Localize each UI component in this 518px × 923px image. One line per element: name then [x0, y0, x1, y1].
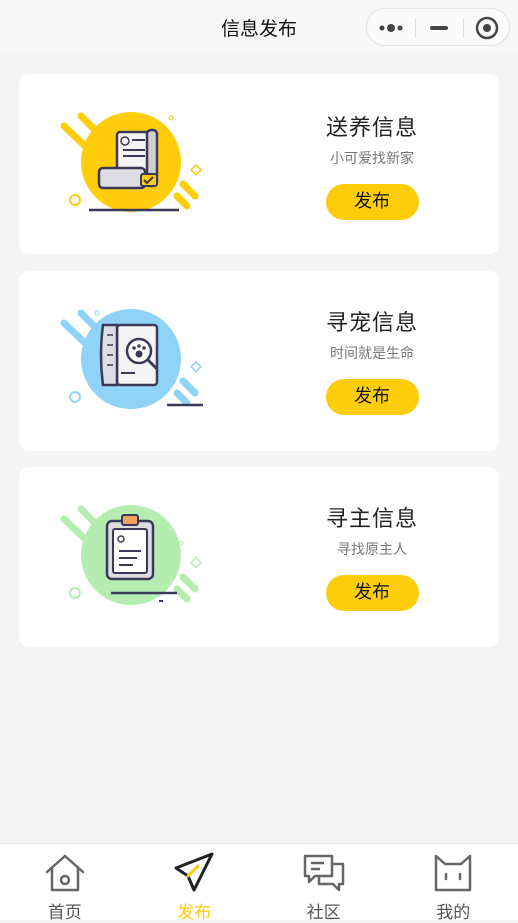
tab-label: 社区 — [259, 898, 389, 923]
card-text: 寻宠信息 时间就是生命 发布 — [277, 305, 467, 415]
publish-button[interactable]: 发布 — [326, 184, 419, 220]
card-title: 寻主信息 — [277, 501, 467, 533]
minimize-button[interactable] — [415, 9, 463, 47]
menu-capsule — [366, 8, 510, 46]
card-subtitle: 时间就是生命 — [277, 343, 467, 363]
card-title: 送养信息 — [277, 110, 467, 142]
cat-icon — [431, 850, 475, 894]
close-button[interactable] — [463, 9, 511, 47]
card-text: 送养信息 小可爱找新家 发布 — [277, 110, 467, 220]
card-subtitle: 寻找原主人 — [277, 539, 467, 559]
card-adoption: 送养信息 小可爱找新家 发布 — [19, 74, 499, 254]
tab-bar: 首页 发布 社区 我的 — [0, 843, 518, 920]
publish-button[interactable]: 发布 — [326, 379, 419, 415]
chat-icon — [302, 850, 346, 894]
card-find-owner: 寻主信息 寻找原主人 发布 — [19, 467, 499, 647]
navigation-bar: 信息发布 — [0, 0, 518, 54]
minus-icon — [415, 9, 463, 47]
certificate-icon — [59, 104, 229, 224]
card-title: 寻宠信息 — [277, 305, 467, 337]
home-icon — [43, 850, 87, 894]
publish-button[interactable]: 发布 — [326, 575, 419, 611]
tab-mine[interactable]: 我的 — [389, 844, 518, 921]
tab-label: 发布 — [130, 898, 260, 923]
send-icon — [172, 850, 216, 894]
dots-icon — [367, 9, 415, 47]
target-icon — [463, 9, 511, 47]
paw-search-icon — [59, 301, 229, 421]
tab-label: 我的 — [389, 898, 518, 923]
clipboard-icon — [59, 497, 229, 617]
tab-home[interactable]: 首页 — [0, 844, 130, 921]
more-button[interactable] — [367, 9, 415, 47]
tab-community[interactable]: 社区 — [259, 844, 389, 921]
card-lost-pet: 寻宠信息 时间就是生命 发布 — [19, 271, 499, 451]
tab-label: 首页 — [0, 898, 130, 923]
card-text: 寻主信息 寻找原主人 发布 — [277, 501, 467, 611]
tab-publish[interactable]: 发布 — [130, 844, 260, 921]
card-subtitle: 小可爱找新家 — [277, 148, 467, 168]
